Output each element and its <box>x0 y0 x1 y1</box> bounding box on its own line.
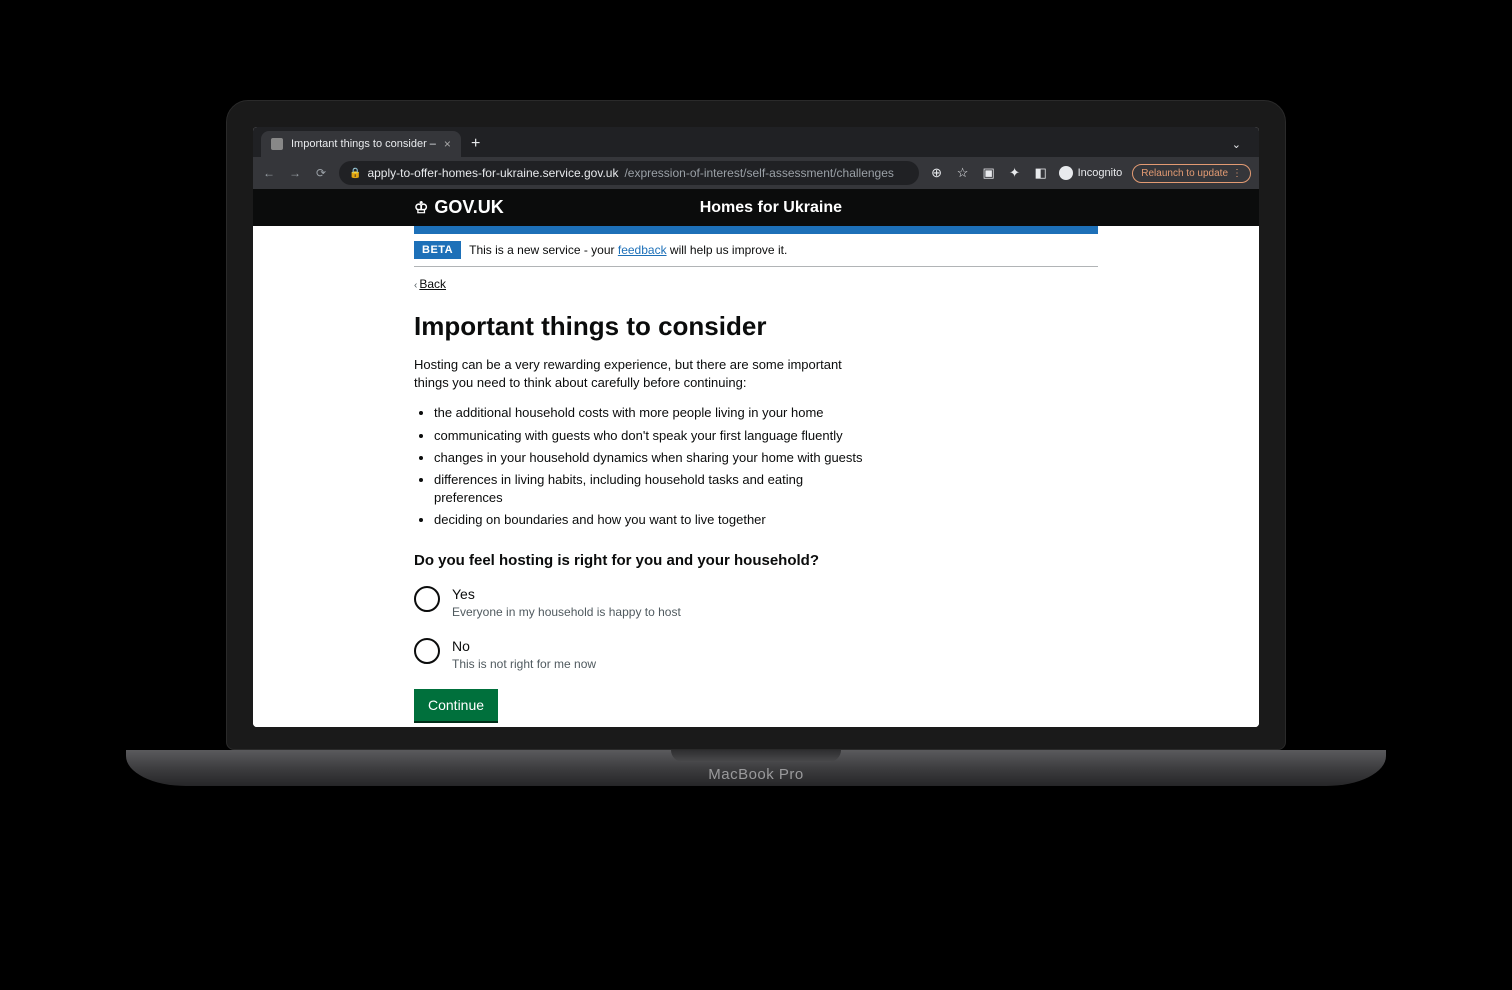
list-item: changes in your household dynamics when … <box>434 449 874 467</box>
device-brand: MacBook Pro <box>708 766 804 783</box>
screen: Important things to consider – × + ⌄ ← →… <box>253 127 1259 727</box>
tab-title: Important things to consider – <box>291 138 436 150</box>
browser-toolbar: ← → ⟳ 🔒 apply-to-offer-homes-for-ukraine… <box>253 157 1259 189</box>
radio-label: No <box>452 637 596 655</box>
incognito-badge[interactable]: Incognito <box>1059 166 1123 180</box>
phase-wrap: BETA This is a new service - your feedba… <box>253 226 1259 727</box>
url-domain: apply-to-offer-homes-for-ukraine.service… <box>367 166 618 180</box>
radio-hint: This is not right for me now <box>452 657 596 671</box>
chevron-left-icon: ‹ <box>414 280 417 291</box>
nav-forward-button[interactable]: → <box>287 166 303 180</box>
page-viewport: ♔ GOV.UK Homes for Ukraine BETA <box>253 189 1259 727</box>
nav-reload-button[interactable]: ⟳ <box>313 166 329 180</box>
screen-bezel: Important things to consider – × + ⌄ ← →… <box>226 100 1286 750</box>
address-bar[interactable]: 🔒 apply-to-offer-homes-for-ukraine.servi… <box>339 161 919 185</box>
list-item: deciding on boundaries and how you want … <box>434 511 874 529</box>
radio-label: Yes <box>452 585 681 603</box>
intro-paragraph: Hosting can be a very rewarding experien… <box>414 356 854 392</box>
phase-text: This is a new service - your feedback wi… <box>469 243 787 257</box>
browser-tab-active[interactable]: Important things to consider – × <box>261 131 461 157</box>
radio-input[interactable] <box>414 638 440 664</box>
list-item: communicating with guests who don't spea… <box>434 427 874 445</box>
panel-icon[interactable]: ◧ <box>1033 165 1049 181</box>
relaunch-label: Relaunch to update <box>1141 168 1228 179</box>
continue-button[interactable]: Continue <box>414 689 498 721</box>
tabs-dropdown-icon[interactable]: ⌄ <box>1222 138 1251 157</box>
laptop-base: MacBook Pro <box>126 750 1386 786</box>
kebab-icon: ⋮ <box>1232 168 1242 179</box>
url-path: /expression-of-interest/self-assessment/… <box>624 166 893 180</box>
feedback-link[interactable]: feedback <box>618 243 667 257</box>
favicon-icon <box>271 138 283 150</box>
extensions-icon[interactable]: ✦ <box>1007 165 1023 181</box>
question-heading: Do you feel hosting is right for you and… <box>414 552 1098 569</box>
crown-icon: ♔ <box>414 198 428 218</box>
laptop-mockup: Important things to consider – × + ⌄ ← →… <box>226 100 1286 786</box>
considerations-list: the additional household costs with more… <box>414 404 874 529</box>
header-blue-bar <box>414 226 1098 234</box>
service-name: Homes for Ukraine <box>444 199 1098 217</box>
incognito-icon <box>1059 166 1073 180</box>
nav-back-button[interactable]: ← <box>261 166 277 180</box>
list-item: differences in living habits, including … <box>434 471 874 507</box>
govuk-header: ♔ GOV.UK Homes for Ukraine <box>253 189 1259 226</box>
new-tab-button[interactable]: + <box>461 135 490 157</box>
radio-input[interactable] <box>414 586 440 612</box>
incognito-label: Incognito <box>1078 167 1123 179</box>
radio-option-yes[interactable]: Yes Everyone in my household is happy to… <box>414 585 1098 619</box>
camera-icon[interactable]: ▣ <box>981 165 997 181</box>
page-heading: Important things to consider <box>414 311 1098 342</box>
back-link-row: ‹Back <box>414 267 1098 291</box>
zoom-icon[interactable]: ⊕ <box>929 165 945 181</box>
browser-tabstrip: Important things to consider – × + ⌄ <box>253 127 1259 157</box>
bookmark-icon[interactable]: ☆ <box>955 165 971 181</box>
main-content: Important things to consider Hosting can… <box>414 291 1098 727</box>
radio-option-no[interactable]: No This is not right for me now <box>414 637 1098 671</box>
radio-hint: Everyone in my household is happy to hos… <box>452 605 681 619</box>
relaunch-button[interactable]: Relaunch to update ⋮ <box>1132 164 1251 183</box>
phase-tag: BETA <box>414 241 461 259</box>
lock-icon: 🔒 <box>349 168 361 179</box>
back-link[interactable]: Back <box>419 277 446 291</box>
phase-banner: BETA This is a new service - your feedba… <box>414 234 1098 267</box>
list-item: the additional household costs with more… <box>434 404 874 422</box>
toolbar-icon-group: ⊕ ☆ ▣ ✦ ◧ Incognito Relaunch to update ⋮ <box>929 164 1251 183</box>
close-tab-icon[interactable]: × <box>444 138 451 150</box>
